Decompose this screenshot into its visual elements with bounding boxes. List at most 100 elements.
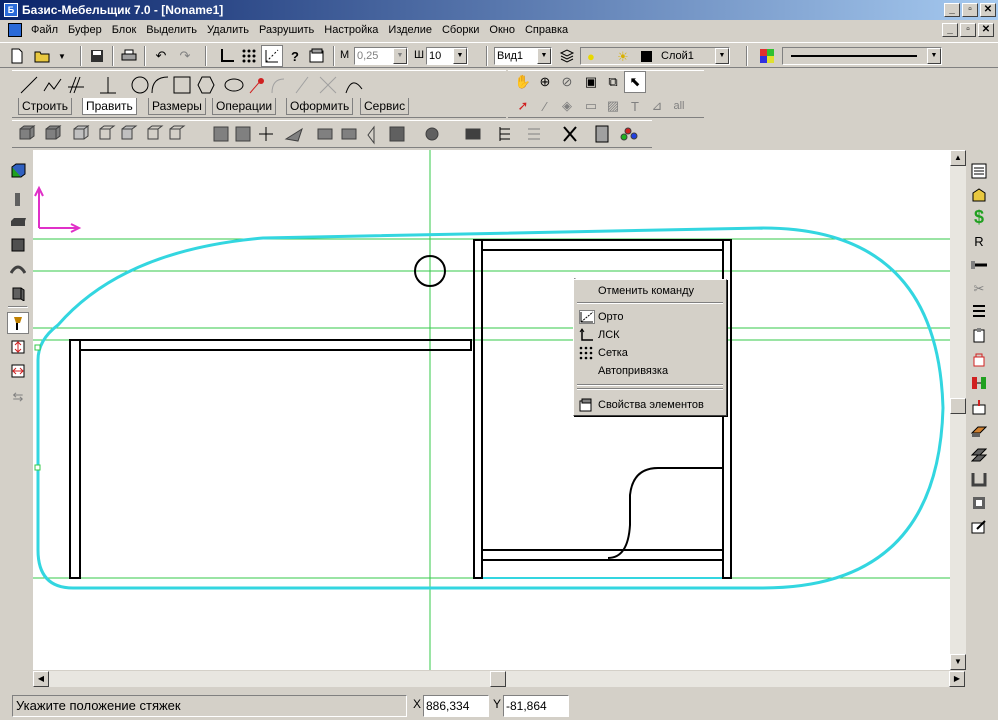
menu-buffer[interactable]: Буфер bbox=[63, 24, 107, 36]
curved-panel-icon[interactable] bbox=[7, 258, 29, 280]
menu-block[interactable]: Блок bbox=[107, 24, 142, 36]
box-icon[interactable] bbox=[968, 468, 990, 490]
x-coordinate-field[interactable]: 886,334 bbox=[423, 695, 489, 717]
save-icon[interactable] bbox=[86, 45, 108, 67]
scroll-left-button[interactable]: ◀ bbox=[33, 671, 49, 687]
box-panel-icon[interactable] bbox=[7, 282, 29, 304]
materials-icon[interactable] bbox=[968, 184, 990, 206]
open-dropdown-icon[interactable]: ▼ bbox=[56, 45, 68, 67]
scale-combo[interactable]: 0,25 ▼ bbox=[354, 47, 408, 65]
zoom-window-icon[interactable]: ⊘ bbox=[556, 71, 578, 93]
horizontal-scrollbar[interactable]: ◀ ▶ bbox=[33, 671, 965, 687]
select-dimension-icon[interactable]: ⊿ bbox=[646, 95, 668, 117]
color-palette-icon[interactable] bbox=[756, 45, 778, 67]
lsk-icon[interactable] bbox=[216, 45, 238, 67]
grid-item[interactable]: Сетка bbox=[576, 344, 724, 362]
scroll-down-button[interactable]: ▼ bbox=[950, 654, 966, 670]
vertical-scroll-thumb[interactable] bbox=[950, 398, 966, 414]
help-icon[interactable]: ? bbox=[284, 45, 306, 67]
menu-file[interactable]: Файл bbox=[26, 24, 63, 36]
tab-edit[interactable]: Править bbox=[82, 98, 137, 115]
zoom-page-icon[interactable]: ▣ bbox=[580, 71, 602, 93]
menu-delete[interactable]: Удалить bbox=[202, 24, 254, 36]
new-file-icon[interactable] bbox=[6, 45, 28, 67]
step-combo[interactable]: 10 ▼ bbox=[426, 47, 468, 65]
menu-explode[interactable]: Разрушить bbox=[254, 24, 319, 36]
chevron-down-icon[interactable]: ▼ bbox=[393, 48, 407, 64]
tab-dimensions[interactable]: Размеры bbox=[148, 98, 206, 115]
cost-icon[interactable]: $ bbox=[968, 206, 990, 228]
tab-service[interactable]: Сервис bbox=[360, 98, 410, 115]
select-point-icon[interactable]: ◈ bbox=[556, 95, 578, 117]
grid-icon[interactable] bbox=[238, 45, 260, 67]
app-icon[interactable]: Б bbox=[4, 3, 18, 17]
horizontal-dimension-icon[interactable] bbox=[7, 360, 29, 382]
close-button[interactable]: ✕ bbox=[980, 3, 996, 17]
element-properties-item[interactable]: Свойства элементов bbox=[576, 396, 724, 414]
maximize-button[interactable]: ▫ bbox=[962, 3, 978, 17]
tab-design[interactable]: Оформить bbox=[286, 98, 354, 115]
model-tools-icons[interactable] bbox=[12, 123, 652, 147]
minimize-button[interactable]: _ bbox=[944, 3, 960, 17]
vertical-dimension-icon[interactable] bbox=[7, 336, 29, 358]
edit-properties-icon[interactable] bbox=[968, 516, 990, 538]
menu-settings[interactable]: Настройка bbox=[319, 24, 383, 36]
ortho-icon[interactable] bbox=[261, 45, 283, 67]
select-arrow-icon[interactable]: ➚ bbox=[512, 95, 534, 117]
fastener-icon[interactable] bbox=[7, 312, 29, 334]
menu-select[interactable]: Выделить bbox=[141, 24, 202, 36]
lock-icon[interactable] bbox=[968, 348, 990, 370]
select-all-button[interactable]: all bbox=[668, 95, 690, 117]
lightbulb-icon[interactable]: ● bbox=[587, 49, 595, 65]
draw-tools-icons[interactable] bbox=[18, 73, 398, 97]
y-coordinate-field[interactable]: -81,864 bbox=[503, 695, 569, 717]
specification-icon[interactable] bbox=[968, 160, 990, 182]
texture-icon[interactable] bbox=[968, 420, 990, 442]
doc-close-button[interactable]: ✕ bbox=[978, 23, 994, 37]
menu-product[interactable]: Изделие bbox=[383, 24, 437, 36]
insert-fastener-icon[interactable] bbox=[968, 396, 990, 418]
autosnap-item[interactable]: Автопривязка bbox=[576, 362, 724, 380]
menu-window[interactable]: Окно bbox=[484, 24, 520, 36]
linetype-combo[interactable]: ▼ bbox=[782, 47, 942, 65]
select-line-icon[interactable]: ⁄ bbox=[534, 95, 556, 117]
vertical-panel-icon[interactable] bbox=[7, 188, 29, 210]
pan-icon[interactable]: ✋ bbox=[512, 71, 534, 93]
cut-list-icon[interactable]: ✂ bbox=[968, 278, 990, 300]
cancel-command-item[interactable]: Отменить команду bbox=[576, 282, 724, 300]
scroll-right-button[interactable]: ▶ bbox=[949, 671, 965, 687]
lsk-item[interactable]: ЛСК bbox=[576, 326, 724, 344]
select-rect-icon[interactable]: ▭ bbox=[580, 95, 602, 117]
chevron-down-icon[interactable]: ▼ bbox=[715, 48, 729, 64]
report-icon[interactable]: R bbox=[968, 230, 990, 252]
layers-icon[interactable] bbox=[556, 45, 578, 67]
horizontal-scroll-thumb[interactable] bbox=[490, 671, 506, 687]
ortho-item[interactable]: Орто bbox=[576, 308, 724, 326]
open-file-icon[interactable] bbox=[32, 45, 54, 67]
zoom-previous-icon[interactable]: ⧉ bbox=[602, 71, 624, 93]
select-hatch-icon[interactable]: ▨ bbox=[602, 95, 624, 117]
doc-minimize-button[interactable]: _ bbox=[942, 23, 958, 37]
redo-icon[interactable]: ↷ bbox=[174, 45, 196, 67]
menu-help[interactable]: Справка bbox=[520, 24, 573, 36]
chevron-down-icon[interactable]: ▼ bbox=[537, 48, 551, 64]
replace-icon[interactable]: ⇆ bbox=[7, 386, 29, 408]
drawing-canvas[interactable] bbox=[33, 150, 965, 670]
screw-icon[interactable] bbox=[968, 254, 990, 276]
sun-icon[interactable]: ☀ bbox=[617, 49, 629, 65]
chevron-down-icon[interactable]: ▼ bbox=[453, 48, 467, 64]
joint-icon[interactable] bbox=[968, 372, 990, 394]
panel-icon[interactable] bbox=[7, 160, 29, 182]
hinge-icon[interactable] bbox=[968, 300, 990, 322]
handle-icon[interactable] bbox=[968, 324, 990, 346]
undo-icon[interactable]: ↶ bbox=[150, 45, 172, 67]
cursor-tool-icon[interactable]: ⬉ bbox=[624, 71, 646, 93]
menu-assemblies[interactable]: Сборки bbox=[437, 24, 484, 36]
document-icon[interactable] bbox=[8, 23, 22, 37]
vertical-scrollbar[interactable]: ▲ ▼ bbox=[950, 150, 966, 670]
select-text-icon[interactable]: T bbox=[624, 95, 646, 117]
print-icon[interactable] bbox=[118, 45, 140, 67]
properties-icon[interactable] bbox=[306, 45, 328, 67]
tab-build[interactable]: Строить bbox=[18, 98, 72, 115]
layer-combo[interactable]: ● ☀ Слой1 ▼ bbox=[580, 47, 730, 65]
